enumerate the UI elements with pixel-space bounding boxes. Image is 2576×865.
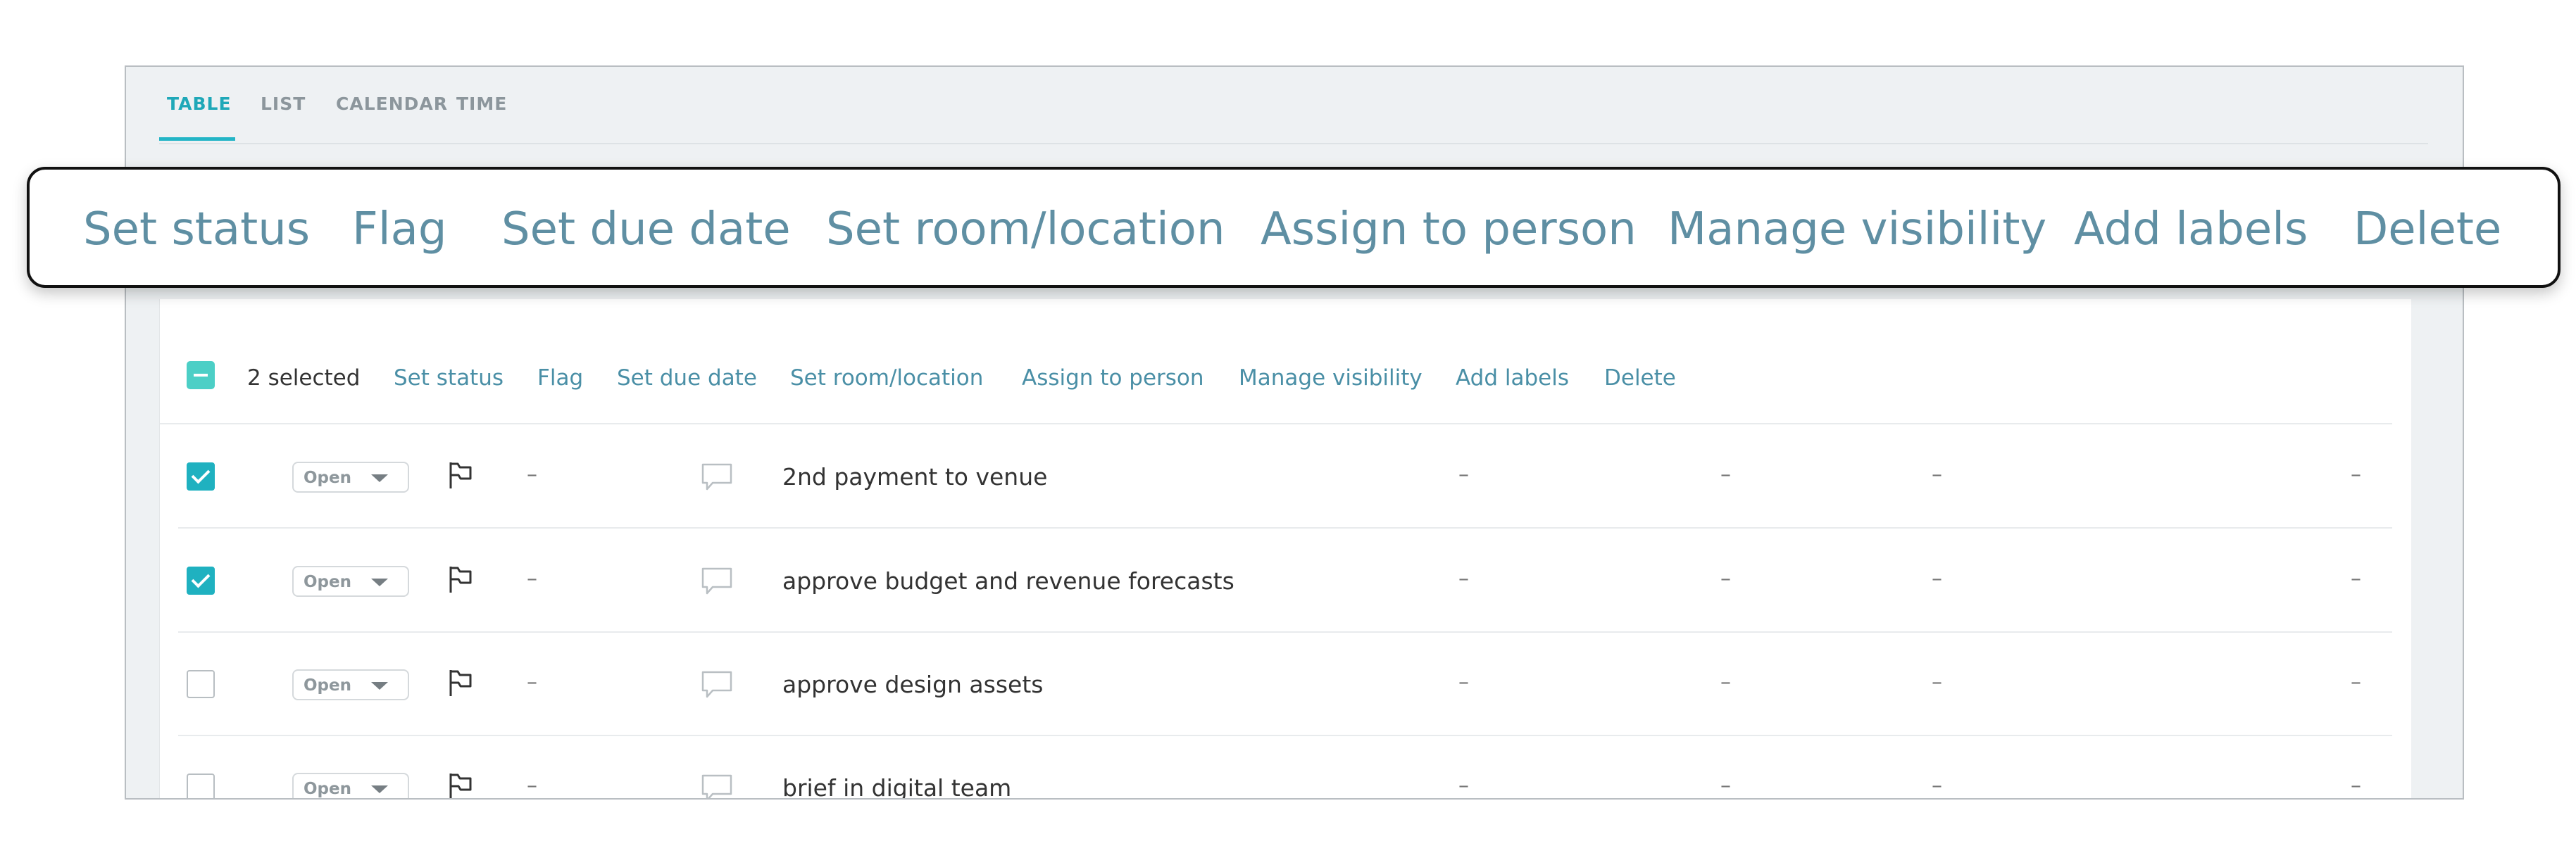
selected-count: 2 selected (247, 365, 361, 391)
bulk-set-due-date-link[interactable]: Set due date (617, 365, 757, 391)
status-dropdown[interactable]: Open (292, 669, 409, 700)
cell-value: – (1720, 774, 1731, 798)
row-checkbox[interactable] (187, 670, 215, 698)
cell-value: – (1458, 670, 1469, 695)
view-tabs: TABLE LIST CALENDAR TIME (159, 67, 2428, 144)
bulk-action-bar: 2 selected Set status Flag Set due date … (160, 299, 2392, 424)
table-row[interactable]: Open – approve design assets – – – – (178, 632, 2392, 736)
status-value: Open (304, 573, 351, 591)
flag-icon[interactable] (449, 669, 473, 697)
cell-value: – (1720, 567, 1731, 591)
bulk-assign-to-person-link[interactable]: Assign to person (1022, 365, 1204, 391)
due-date: – (527, 462, 537, 487)
tab-calendar[interactable]: CALENDAR (336, 94, 448, 114)
comment-icon[interactable] (701, 774, 733, 800)
row-checkbox[interactable] (187, 462, 215, 491)
comment-icon[interactable] (701, 462, 733, 492)
table-row[interactable]: Open – 2nd payment to venue – – – – (178, 424, 2392, 529)
bulk-set-status-link[interactable]: Set status (394, 365, 504, 391)
select-all-checkbox[interactable] (187, 361, 215, 389)
cell-value: – (1932, 670, 1942, 695)
cell-value: – (1720, 670, 1731, 695)
bulk-delete-link[interactable]: Delete (1604, 365, 1676, 391)
callout-flag[interactable]: Flag (352, 203, 446, 255)
cell-value: – (1458, 567, 1469, 591)
active-tab-indicator (159, 137, 235, 141)
status-value: Open (304, 469, 351, 487)
task-name[interactable]: 2nd payment to venue (782, 463, 1047, 491)
due-date: – (527, 774, 537, 798)
chevron-down-icon (371, 474, 388, 482)
table-row[interactable]: Open – approve budget and revenue foreca… (178, 529, 2392, 633)
bulk-manage-visibility-link[interactable]: Manage visibility (1239, 365, 1423, 391)
cell-value: – (2351, 567, 2361, 591)
chevron-down-icon (371, 682, 388, 690)
status-dropdown[interactable]: Open (292, 566, 409, 597)
flag-icon[interactable] (449, 772, 473, 800)
due-date: – (527, 670, 537, 695)
cell-value: – (1932, 774, 1942, 798)
task-table: 2 selected Set status Flag Set due date … (159, 299, 2411, 800)
task-name[interactable]: brief in digital team (782, 774, 1011, 798)
zoomed-action-bar-callout: Set status Flag Set due date Set room/lo… (27, 167, 2561, 288)
callout-set-room-location[interactable]: Set room/location (826, 203, 1225, 255)
cell-value: – (1932, 462, 1942, 487)
callout-set-status[interactable]: Set status (83, 203, 310, 255)
callout-set-due-date[interactable]: Set due date (501, 203, 791, 255)
cell-value: – (1720, 462, 1731, 487)
row-checkbox[interactable] (187, 567, 215, 595)
task-name[interactable]: approve budget and revenue forecasts (782, 567, 1234, 595)
cell-value: – (2351, 462, 2361, 487)
callout-assign-to-person[interactable]: Assign to person (1261, 203, 1637, 255)
callout-delete[interactable]: Delete (2353, 203, 2501, 255)
status-dropdown[interactable]: Open (292, 773, 409, 798)
chevron-down-icon (371, 785, 388, 793)
cell-value: – (2351, 774, 2361, 798)
cell-value: – (1932, 567, 1942, 591)
status-dropdown[interactable]: Open (292, 462, 409, 493)
flag-icon[interactable] (449, 565, 473, 593)
status-value: Open (304, 676, 351, 695)
callout-manage-visibility[interactable]: Manage visibility (1668, 203, 2046, 255)
due-date: – (527, 567, 537, 591)
comment-icon[interactable] (701, 670, 733, 700)
tab-list[interactable]: LIST (261, 94, 306, 114)
flag-icon[interactable] (449, 461, 473, 489)
status-value: Open (304, 780, 351, 798)
cell-value: – (1458, 774, 1469, 798)
comment-icon[interactable] (701, 567, 733, 596)
tab-table[interactable]: TABLE (167, 94, 232, 114)
callout-add-labels[interactable]: Add labels (2074, 203, 2308, 255)
chevron-down-icon (371, 579, 388, 586)
bulk-flag-link[interactable]: Flag (537, 365, 583, 391)
row-checkbox[interactable] (187, 774, 215, 798)
task-name[interactable]: approve design assets (782, 671, 1043, 698)
bulk-set-room-location-link[interactable]: Set room/location (790, 365, 983, 391)
cell-value: – (1458, 462, 1469, 487)
bulk-add-labels-link[interactable]: Add labels (1456, 365, 1569, 391)
table-row[interactable]: Open – brief in digital team – – – – (178, 735, 2392, 800)
cell-value: – (2351, 670, 2361, 695)
tab-time[interactable]: TIME (456, 94, 507, 114)
